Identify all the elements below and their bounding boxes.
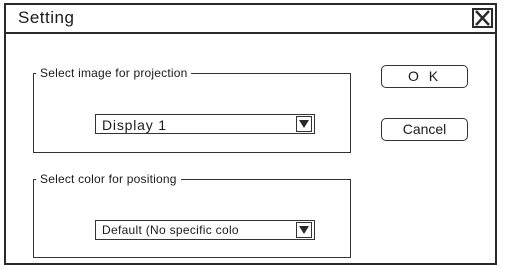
- projection-group-legend: Select image for projection: [40, 66, 188, 80]
- ok-button[interactable]: O K: [381, 65, 468, 88]
- projection-dropdown-button[interactable]: [296, 116, 312, 132]
- close-x-icon: [475, 10, 490, 26]
- setting-dialog: Setting Select image for projection Disp…: [4, 3, 497, 265]
- dialog-title: Setting: [18, 8, 75, 27]
- positioning-select-value: Default (No specific colo: [102, 223, 239, 237]
- positioning-dropdown-button[interactable]: [296, 222, 312, 238]
- projection-image-select[interactable]: Display 1: [95, 114, 315, 134]
- chevron-down-icon: [299, 226, 309, 234]
- projection-image-group: Select image for projection Display 1: [33, 66, 351, 153]
- positioning-color-select[interactable]: Default (No specific colo: [95, 220, 315, 240]
- chevron-down-icon: [299, 120, 309, 128]
- projection-select-value: Display 1: [102, 117, 167, 133]
- cancel-button[interactable]: Cancel: [381, 118, 468, 141]
- positioning-group-legend: Select color for positiong: [40, 172, 177, 186]
- close-button[interactable]: [472, 8, 493, 28]
- positioning-color-group: Select color for positiong Default (No s…: [33, 172, 351, 258]
- title-bar: Setting: [6, 5, 495, 34]
